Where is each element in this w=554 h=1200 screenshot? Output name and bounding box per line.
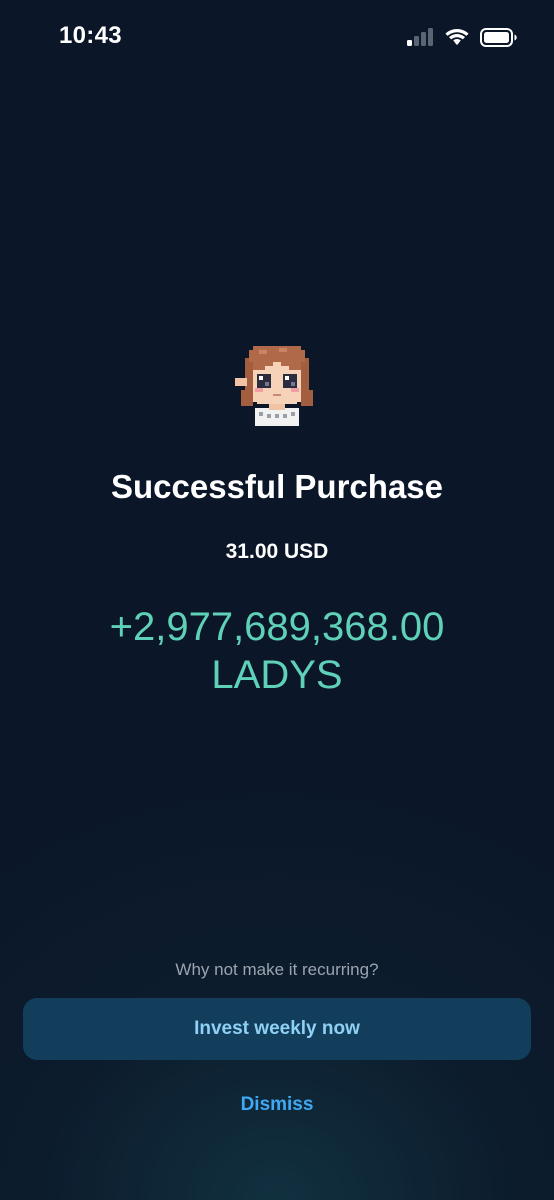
status-bar: 10:43 <box>0 0 554 74</box>
dismiss-button[interactable]: Dismiss <box>177 1086 377 1124</box>
recurring-prompt: Why not make it recurring? <box>175 960 379 979</box>
usd-amount: 31.00 USD <box>225 540 329 563</box>
wifi-icon <box>445 28 469 45</box>
ladys-token-avatar-icon <box>235 346 313 426</box>
purchase-success-screen: 10:43 Successful Purchase 31.00 USD +2,9… <box>0 0 554 1200</box>
token-amount-display: +2,977,689,368.00 LADYS <box>0 603 554 699</box>
status-icons <box>407 26 518 48</box>
status-time: 10:43 <box>59 22 122 49</box>
success-title: Successful Purchase <box>111 468 443 505</box>
cellular-signal-icon <box>407 28 433 46</box>
token-amount: +2,977,689,368.00 <box>109 605 445 649</box>
invest-weekly-label: Invest weekly now <box>194 1018 360 1039</box>
battery-icon <box>480 27 517 47</box>
token-symbol: LADYS <box>211 653 343 697</box>
dismiss-label: Dismiss <box>240 1094 314 1115</box>
invest-weekly-button[interactable]: Invest weekly now <box>23 998 531 1060</box>
